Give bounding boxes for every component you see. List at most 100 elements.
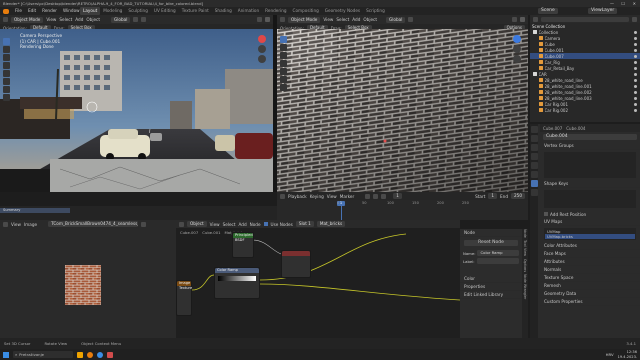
modifier-tab-icon[interactable] bbox=[531, 171, 538, 178]
outliner-item[interactable]: Car_Retail_Bay bbox=[530, 65, 640, 71]
properties-section-header[interactable]: Properties bbox=[460, 283, 522, 291]
menu-select[interactable]: Select bbox=[336, 17, 349, 22]
image-editor[interactable]: View Image TCom_BrickSmallBrown0474_4_se… bbox=[0, 220, 176, 338]
view-layer-selector[interactable]: ViewLayer bbox=[588, 8, 618, 14]
navigation-gizmo[interactable] bbox=[258, 35, 268, 63]
visibility-icon[interactable] bbox=[634, 84, 637, 88]
scene-selector[interactable]: Scene bbox=[538, 8, 558, 14]
visibility-icon[interactable] bbox=[634, 30, 637, 34]
tab-scripting[interactable]: Scripting bbox=[363, 7, 388, 15]
output-tab-icon[interactable] bbox=[531, 144, 538, 151]
face-maps-section[interactable]: Face Maps bbox=[540, 250, 640, 258]
clock[interactable]: 12:36 19.4.2023. bbox=[618, 350, 637, 359]
outliner-item[interactable]: Car Rig.001 bbox=[530, 101, 640, 107]
menu-edit[interactable]: Edit bbox=[25, 7, 39, 15]
texture-space-section[interactable]: Texture Space bbox=[540, 274, 640, 282]
outliner-item[interactable]: Cube.001 bbox=[530, 47, 640, 53]
tab-texture-paint[interactable]: Texture Paint bbox=[179, 7, 212, 15]
outliner-search[interactable] bbox=[541, 16, 629, 22]
side-tab-tool[interactable]: Tool bbox=[522, 240, 528, 247]
menu-view[interactable]: View bbox=[46, 17, 56, 22]
material-output-node[interactable] bbox=[281, 250, 311, 278]
tab-rendering[interactable]: Rendering bbox=[262, 7, 289, 15]
keyboard-language[interactable]: HRV bbox=[606, 352, 614, 357]
move-tool-icon[interactable] bbox=[3, 54, 10, 61]
editor-type-icon[interactable] bbox=[280, 17, 285, 22]
scale-tool-icon[interactable] bbox=[3, 70, 10, 77]
mesh-name-field[interactable]: Cube.004 bbox=[543, 134, 637, 140]
app-icon[interactable] bbox=[107, 351, 113, 358]
overlay-icon[interactable] bbox=[512, 17, 517, 22]
menu-add[interactable]: Add bbox=[352, 17, 360, 22]
overlay-icon[interactable] bbox=[257, 17, 262, 22]
outliner-item[interactable]: Car_Rig bbox=[530, 59, 640, 65]
visibility-icon[interactable] bbox=[634, 60, 637, 64]
windows-start-icon[interactable] bbox=[3, 351, 9, 358]
editor-type-icon[interactable] bbox=[3, 221, 8, 227]
side-tab-view[interactable]: View bbox=[522, 248, 528, 256]
transform-tool-icon[interactable] bbox=[280, 76, 287, 83]
edit-linked-library-row[interactable]: Edit Linked Library bbox=[460, 291, 522, 299]
menu-select[interactable]: Select bbox=[59, 17, 72, 22]
node-label-field[interactable] bbox=[476, 258, 519, 264]
maximize-icon[interactable]: ☐ bbox=[621, 1, 625, 6]
visibility-icon[interactable] bbox=[634, 42, 637, 46]
outliner-item[interactable]: 28_white_road_line.003 bbox=[530, 95, 640, 101]
minimize-icon[interactable]: — bbox=[610, 1, 614, 6]
editor-type-icon[interactable] bbox=[280, 193, 285, 199]
outliner-item[interactable]: CAR bbox=[530, 71, 640, 77]
annotate-tool-icon[interactable] bbox=[280, 84, 287, 91]
tab-geometry-nodes[interactable]: Geometry Nodes bbox=[322, 7, 363, 15]
rotate-tool-icon[interactable] bbox=[3, 62, 10, 69]
visibility-icon[interactable] bbox=[634, 48, 637, 52]
proportional-icon[interactable] bbox=[141, 17, 147, 22]
jump-start-icon[interactable] bbox=[365, 193, 371, 199]
jump-end-icon[interactable] bbox=[381, 193, 387, 199]
snap-icon[interactable] bbox=[133, 17, 139, 22]
visibility-icon[interactable] bbox=[634, 96, 637, 100]
node-editor[interactable]: Object View Select Add Node Use Nodes Sl… bbox=[176, 220, 460, 338]
mode-dropdown[interactable]: Object Mode bbox=[11, 16, 44, 23]
outliner-item[interactable]: 28_white_road_line bbox=[530, 77, 640, 83]
normals-section[interactable]: Normals bbox=[540, 266, 640, 274]
transform-tool-icon[interactable] bbox=[3, 78, 10, 85]
current-frame-field[interactable]: 1 bbox=[393, 193, 402, 199]
blender-logo-icon[interactable] bbox=[3, 8, 9, 14]
menu-view[interactable]: View bbox=[323, 17, 333, 22]
outliner-item[interactable]: Cube bbox=[530, 41, 640, 47]
color-section-header[interactable]: Color bbox=[460, 275, 522, 283]
visibility-icon[interactable] bbox=[634, 66, 637, 70]
rotate-tool-icon[interactable] bbox=[280, 60, 287, 67]
outliner-item[interactable]: Camera bbox=[530, 35, 640, 41]
outliner-item[interactable]: 28_white_road_line.002 bbox=[530, 89, 640, 95]
color-ramp-node[interactable]: Color Ramp bbox=[214, 267, 260, 299]
cursor-tool-icon[interactable] bbox=[3, 46, 10, 53]
node-name-field[interactable]: Color Ramp bbox=[477, 250, 519, 256]
uv-map-item[interactable]: UVMap.bricks bbox=[545, 234, 635, 239]
menu-render[interactable]: Render bbox=[39, 7, 60, 15]
menu-object[interactable]: Object bbox=[363, 17, 377, 22]
image-selector[interactable]: TCom_BrickSmallBrown0474_4_seamless_S.jp… bbox=[48, 221, 139, 227]
side-tab-options[interactable]: Options bbox=[522, 259, 528, 272]
visibility-icon[interactable] bbox=[634, 54, 637, 58]
select-tool-icon[interactable] bbox=[280, 36, 287, 43]
editor-type-icon[interactable] bbox=[3, 17, 8, 22]
annotate-tool-icon[interactable] bbox=[3, 86, 10, 93]
start-frame-field[interactable]: 1 bbox=[488, 193, 498, 199]
measure-tool-icon[interactable] bbox=[3, 94, 10, 101]
transform-dropdown[interactable]: Global bbox=[386, 16, 406, 23]
viewport-right[interactable] bbox=[277, 29, 528, 192]
timeline-track[interactable]: 1 0 50 100 150 200 250 bbox=[277, 200, 528, 220]
tab-uv-editing[interactable]: UV Editing bbox=[151, 7, 179, 15]
vertex-groups-list[interactable] bbox=[544, 152, 636, 178]
tab-modeling[interactable]: Modeling bbox=[100, 7, 125, 15]
color-ramp-gradient[interactable] bbox=[218, 276, 256, 281]
mesh-data-tab-icon[interactable] bbox=[531, 180, 538, 187]
menu-view[interactable]: View bbox=[327, 194, 337, 199]
close-icon[interactable]: ✕ bbox=[633, 1, 636, 6]
tab-layout[interactable]: Layout bbox=[80, 7, 101, 15]
uv-maps-section[interactable]: UV Maps bbox=[540, 218, 640, 226]
attributes-section[interactable]: Attributes bbox=[540, 258, 640, 266]
shading-icon[interactable] bbox=[265, 17, 270, 22]
tab-shading[interactable]: Shading bbox=[212, 7, 235, 15]
